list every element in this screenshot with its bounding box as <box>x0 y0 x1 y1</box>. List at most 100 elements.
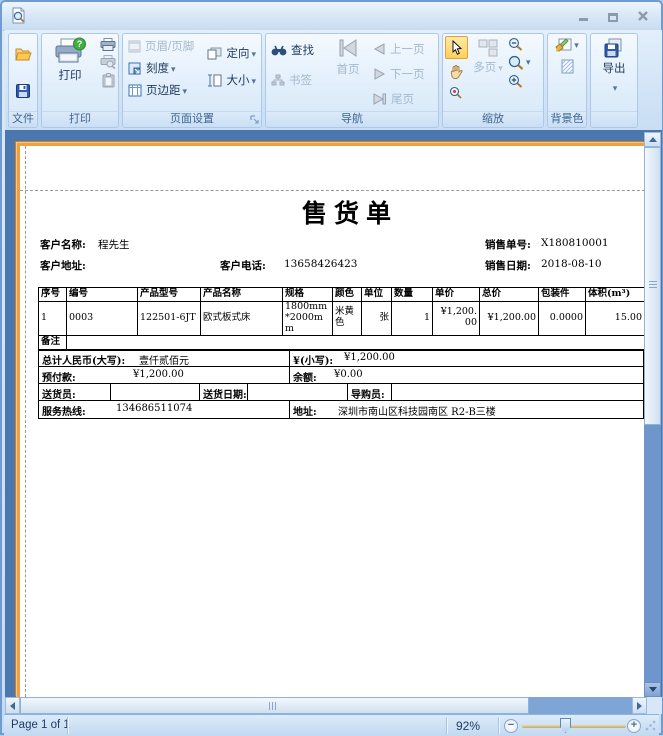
zoom-region-icon <box>449 86 462 99</box>
resize-grip[interactable] <box>645 720 656 731</box>
document-page[interactable]: 售货单 客户名称: 程先生 销售单号: X180810001 客户地址: 客户电… <box>16 142 644 697</box>
summary-total-row: 总计人民币(大写): 壹仟贰佰元 ¥(小写): ¥1,200.00 <box>39 350 643 367</box>
col-header: 序号 <box>39 288 67 302</box>
quick-print-button[interactable] <box>100 38 116 51</box>
cell-volume: 15.00 <box>586 302 645 336</box>
scale-button[interactable]: 刻度 <box>125 58 202 78</box>
horizontal-scroll-thumb[interactable] <box>20 697 529 714</box>
customer-name-label: 客户名称: <box>40 237 86 252</box>
print-dialog-button[interactable] <box>100 55 116 69</box>
total-cn-value: 壹仟贰佰元 <box>139 352 189 367</box>
export-button[interactable]: 导出 <box>603 36 626 96</box>
col-header: 包装件 <box>539 288 586 302</box>
fill-color-icon <box>555 38 572 53</box>
total-cn-label: 总计人民币(大写): <box>42 352 125 367</box>
total-num-label: ¥(小写): <box>293 352 333 367</box>
ribbon-group-navigation: 查找 书签 首页 上一页 <box>265 33 439 128</box>
copies-button[interactable] <box>102 73 115 88</box>
zoom-in-slider-button[interactable]: + <box>627 719 641 733</box>
thumb-grip-icon <box>649 281 657 289</box>
addr-value: 深圳市南山区科技园南区 R2-B三楼 <box>338 403 496 418</box>
save-button[interactable] <box>13 82 33 100</box>
prev-page-button: 上一页 <box>370 39 428 59</box>
scroll-up-button[interactable] <box>644 132 661 147</box>
hand-tool-button[interactable] <box>445 61 466 82</box>
page-setup-dialog-launcher[interactable] <box>250 115 259 124</box>
group-label-export <box>591 111 637 127</box>
next-page-button: 下一页 <box>370 64 428 84</box>
delivery-date-label: 送货日期: <box>203 386 247 401</box>
export-icon <box>603 38 625 58</box>
cell-total-price: ¥1,200.00 <box>480 302 539 336</box>
maximize-button[interactable] <box>605 9 621 22</box>
fill-color-button[interactable] <box>555 38 579 53</box>
item-row: 1 0003 122501-6JT 欧式板式床 1800mm*2000mm 米黄… <box>39 302 645 336</box>
zoom-in-button[interactable] <box>508 74 531 88</box>
open-button[interactable] <box>12 45 35 63</box>
group-label-zoom: 缩放 <box>443 111 543 127</box>
statusbar: Page 1 of 1 92% − + <box>4 714 659 736</box>
size-button[interactable]: 大小 <box>204 70 259 90</box>
zoom-out-slider-button[interactable]: − <box>504 719 518 733</box>
zoom-slider-thumb[interactable] <box>560 718 571 733</box>
order-no-value: X180810001 <box>541 237 609 249</box>
items-table: 序号 编号 产品型号 产品名称 规格 颜色 单位 数量 单价 总价 包装件 体积… <box>38 287 644 351</box>
vertical-scrollbar[interactable] <box>644 132 661 697</box>
first-page-button: 首页 <box>330 36 366 77</box>
arrow-left-icon <box>10 702 15 710</box>
scroll-right-button[interactable] <box>632 697 647 714</box>
export-dropdown-arrow[interactable] <box>611 78 618 96</box>
scroll-down-button[interactable] <box>644 682 661 697</box>
print-button[interactable]: ? 打印 <box>44 36 96 83</box>
close-button[interactable] <box>635 9 651 22</box>
col-header: 颜色 <box>333 288 362 302</box>
horizontal-scrollbar[interactable] <box>5 697 647 714</box>
zoom-out-button[interactable] <box>508 37 531 51</box>
print-preview-icon <box>10 7 27 24</box>
deliverer-label: 送货员: <box>42 386 76 401</box>
cell-qty: 1 <box>392 302 433 336</box>
ribbon-group-page-setup: 页眉/页脚 刻度 页边距 定向 <box>122 33 262 128</box>
zoom-region-button[interactable] <box>445 84 466 101</box>
group-label-file: 文件 <box>9 111 37 127</box>
prepaid-value: ¥1,200.00 <box>133 369 184 380</box>
guide-label: 导购员: <box>351 386 385 401</box>
summary-prepaid-row: 预付款: ¥1,200.00 余额: ¥0.00 <box>39 367 643 384</box>
find-button[interactable]: 查找 <box>268 40 326 60</box>
last-page-button: 尾页 <box>370 89 428 109</box>
header-footer-button: 页眉/页脚 <box>125 36 202 56</box>
cell-model: 122501-6JT <box>138 302 201 336</box>
prev-page-icon <box>373 43 386 55</box>
scroll-left-button[interactable] <box>5 697 20 714</box>
cell-name: 欧式板式床 <box>201 302 283 336</box>
customer-addr-label: 客户地址: <box>40 258 86 273</box>
ribbon-toolbar: 文件 ? 打印 <box>5 30 662 130</box>
summary-hotline-row: 服务热线: 134686511074 地址: 深圳市南山区科技园南区 R2-B三… <box>39 401 643 418</box>
col-header: 单位 <box>362 288 392 302</box>
col-header: 体积(m³) <box>586 288 645 302</box>
thumb-grip-icon <box>269 702 277 710</box>
col-header: 产品名称 <box>201 288 283 302</box>
watermark-button[interactable] <box>561 59 574 74</box>
cell-code: 0003 <box>67 302 138 336</box>
pointer-tool-button[interactable] <box>445 36 468 59</box>
titlebar[interactable] <box>2 2 661 31</box>
zoom-level-button[interactable] <box>508 55 531 70</box>
printer-icon: ? <box>53 37 87 67</box>
ribbon-group-zoom: 多页 缩放 <box>442 33 544 128</box>
order-date-value: 2018-08-10 <box>541 258 602 270</box>
zoom-slider-track[interactable] <box>522 725 626 728</box>
order-no-label: 销售单号: <box>485 237 531 252</box>
margins-button[interactable]: 页边距 <box>125 80 202 100</box>
vertical-scroll-thumb[interactable] <box>644 147 661 425</box>
cell-seq: 1 <box>39 302 67 336</box>
col-header: 单价 <box>433 288 480 302</box>
orientation-button[interactable]: 定向 <box>204 43 259 63</box>
last-page-icon <box>373 93 387 105</box>
page-size-icon <box>207 74 222 87</box>
order-date-label: 销售日期: <box>485 258 531 273</box>
print-preview-window: 文件 ? 打印 <box>0 0 663 735</box>
summary-delivery-row: 送货员: 送货日期: 导购员: <box>39 384 643 401</box>
minimize-button[interactable] <box>575 9 591 22</box>
preview-area: 售货单 客户名称: 程先生 销售单号: X180810001 客户地址: 客户电… <box>5 130 662 697</box>
